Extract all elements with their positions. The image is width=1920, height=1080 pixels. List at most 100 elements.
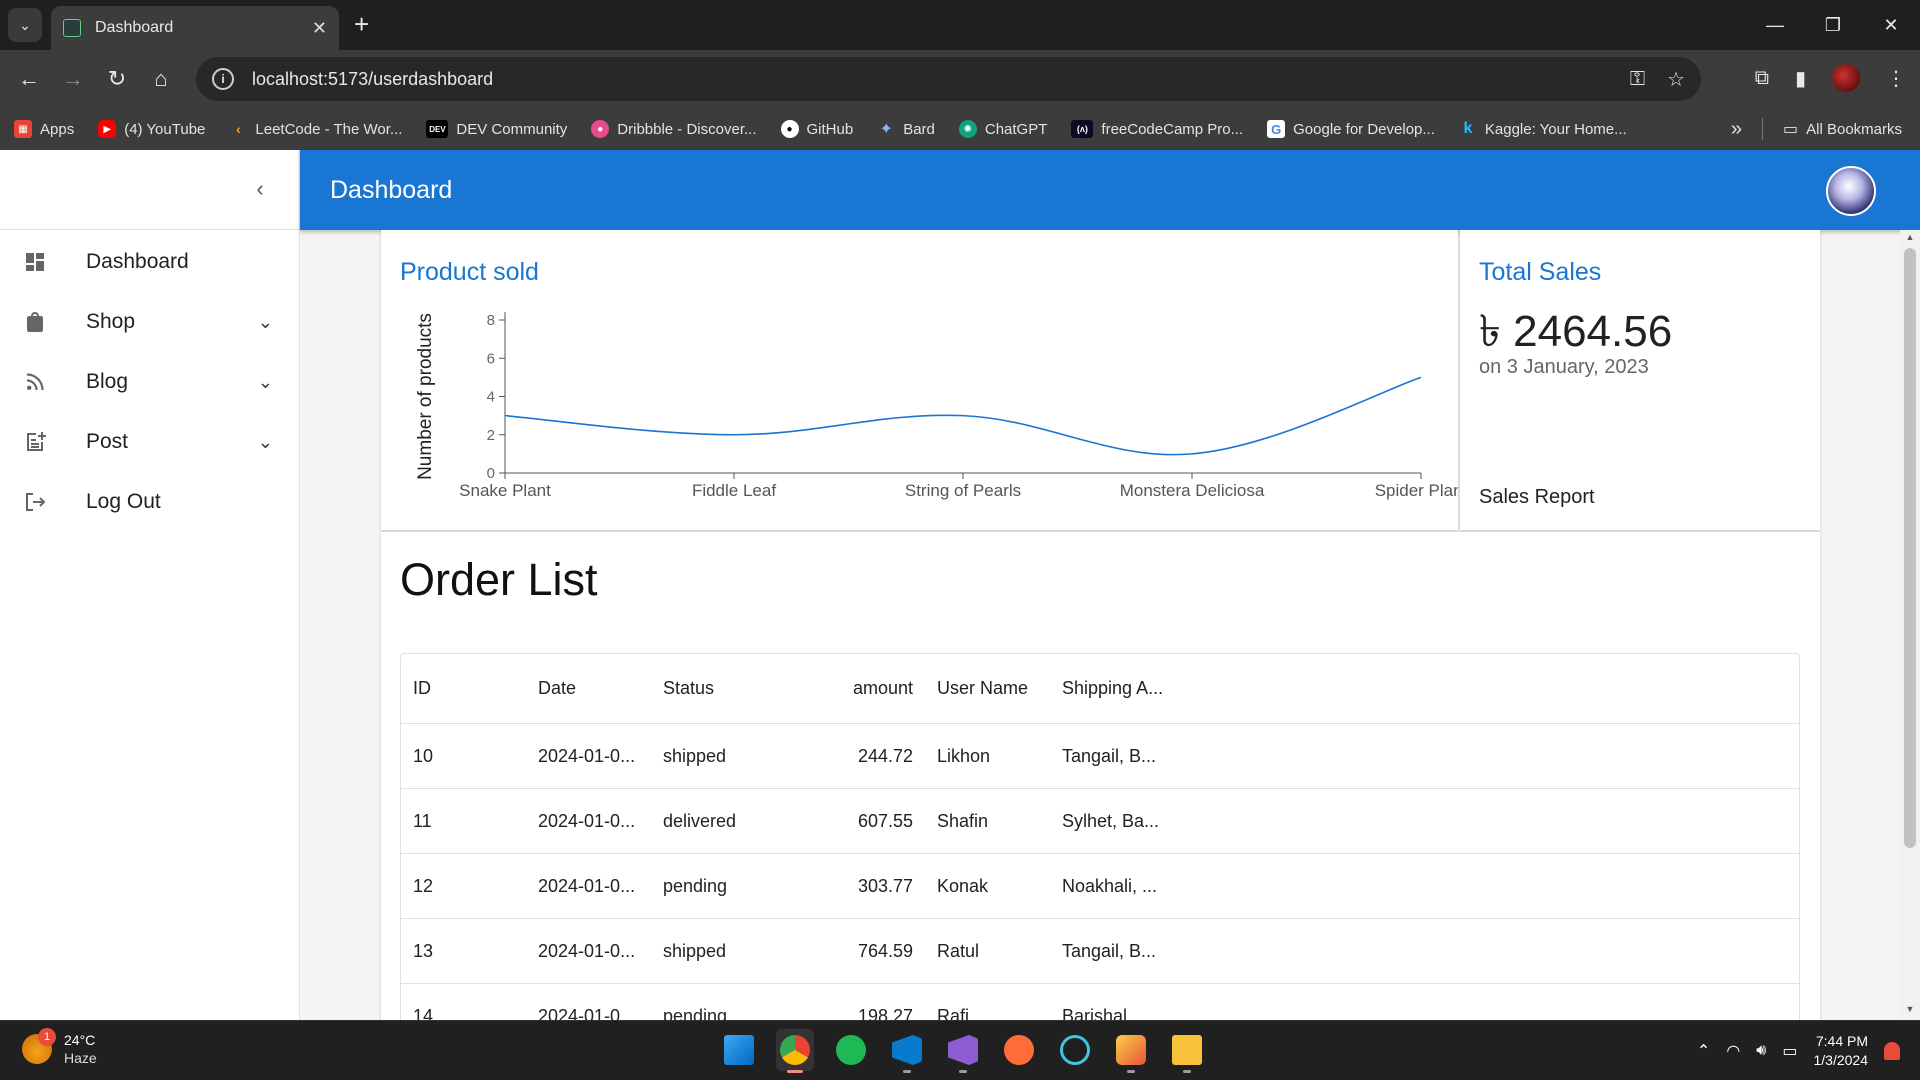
column-header-amount[interactable]: amount	[813, 654, 913, 723]
table-row[interactable]: 10 2024-01-0... shipped 244.72 Likhon Ta…	[401, 724, 1799, 789]
close-window-button[interactable]: ✕	[1862, 0, 1920, 50]
tab-title: Dashboard	[95, 19, 174, 36]
minimize-button[interactable]: —	[1746, 0, 1804, 50]
sidebar-item-dashboard[interactable]: Dashboard	[0, 232, 299, 292]
clock[interactable]: 7:44 PM 1/3/2024	[1814, 1032, 1869, 1070]
cell-date: 2024-01-0...	[538, 940, 636, 961]
bookmark-bard[interactable]: ✦ Bard	[877, 120, 935, 139]
scrollbar-thumb[interactable]	[1904, 248, 1916, 848]
volume-icon[interactable]: 🔊︎	[1756, 1042, 1766, 1060]
cell-amount: 244.72	[857, 745, 913, 766]
sidebar-item-post[interactable]: Post ⌄	[0, 412, 299, 472]
weather-widget[interactable]: 1 24°C Haze	[22, 1028, 97, 1067]
orders-table: ID Date Status amount User Name Shipping…	[400, 653, 1800, 1020]
address-bar[interactable]: i localhost:5173/userdashboard ⚿ ☆	[196, 57, 1701, 101]
bookmark-youtube[interactable]: ▶ (4) YouTube	[98, 120, 205, 138]
new-tab-button[interactable]: +	[354, 10, 369, 38]
bookmark-dribbble[interactable]: ● Dribbble - Discover...	[591, 120, 757, 138]
sidebar-item-label: Shop	[86, 310, 136, 333]
table-row[interactable]: 14 2024-01-0... pending 198.27 Rafi Bari…	[401, 984, 1799, 1021]
browser-tab-dashboard[interactable]: Dashboard ✕	[51, 6, 339, 50]
page-scrollbar[interactable]: ▲ ▼	[1900, 230, 1920, 1020]
sidebar-item-logout[interactable]: Log Out	[0, 472, 299, 532]
more-bookmarks-button[interactable]: »	[1731, 118, 1742, 141]
side-panel-icon[interactable]: ▮	[1795, 66, 1806, 91]
app-bar: Dashboard	[300, 150, 1920, 230]
spotify-icon[interactable]	[832, 1029, 870, 1071]
chrome-icon[interactable]	[776, 1029, 814, 1073]
x-tick-label: Monstera Deliciosa	[1120, 481, 1265, 500]
all-bookmarks-label: All Bookmarks	[1806, 120, 1902, 138]
cursor-app-icon[interactable]	[1056, 1029, 1094, 1071]
reload-button[interactable]: ↻	[102, 64, 132, 94]
rss-icon	[22, 369, 48, 395]
file-explorer-icon[interactable]	[1168, 1029, 1206, 1073]
bookmark-kaggle[interactable]: k Kaggle: Your Home...	[1459, 120, 1626, 138]
sidebar-item-blog[interactable]: Blog ⌄	[0, 352, 299, 412]
cell-id: 12	[413, 875, 434, 896]
bookmark-star-icon[interactable]: ☆	[1667, 67, 1685, 92]
dev-icon: DEV	[426, 120, 449, 138]
bookmark-apps[interactable]: ▦ Apps	[14, 120, 74, 138]
bookmark-dev-community[interactable]: DEV DEV Community	[426, 120, 567, 138]
bookmark-chatgpt[interactable]: ✺ ChatGPT	[958, 120, 1047, 138]
cell-user-name: Likhon	[937, 745, 991, 766]
paint-icon[interactable]	[1112, 1029, 1150, 1073]
bookmark-google-developers[interactable]: G Google for Develop...	[1267, 120, 1435, 138]
sidebar-item-shop[interactable]: Shop ⌄	[0, 292, 299, 352]
bookmark-leetcode[interactable]: ‹ LeetCode - The Wor...	[229, 120, 402, 138]
clock-time: 7:44 PM	[1815, 1033, 1868, 1049]
column-header-id[interactable]: ID	[413, 654, 513, 723]
home-button[interactable]: ⌂	[146, 64, 176, 94]
avatar[interactable]	[1826, 166, 1876, 216]
battery-icon[interactable]: ▭	[1782, 1041, 1797, 1061]
table-row[interactable]: 13 2024-01-0... shipped 764.59 Ratul Tan…	[401, 919, 1799, 984]
y-tick-label: 8	[487, 312, 495, 329]
site-info-icon[interactable]: i	[212, 68, 234, 90]
table-row[interactable]: 11 2024-01-0... delivered 607.55 Shafin …	[401, 789, 1799, 854]
restore-button[interactable]: ❐	[1804, 0, 1862, 50]
sales-report-link[interactable]: Sales Report	[1479, 486, 1595, 509]
chevron-up-icon[interactable]: ⌃	[1697, 1041, 1710, 1061]
column-header-user-name[interactable]: User Name	[937, 654, 1047, 723]
all-bookmarks-button[interactable]: ▭ All Bookmarks	[1783, 119, 1902, 139]
close-tab-icon[interactable]: ✕	[312, 18, 327, 39]
chevron-down-icon[interactable]: ⌄	[258, 372, 273, 393]
column-header-date[interactable]: Date	[538, 654, 648, 723]
app-root: ‹ Dashboard Shop ⌄ Blog ⌄ Post ⌄ Log Out…	[0, 150, 1920, 1020]
system-tray: ⌃ ◠ 🔊︎ ▭ 7:44 PM 1/3/2024	[1697, 1021, 1900, 1080]
scroll-down-arrow-icon[interactable]: ▼	[1900, 1004, 1920, 1018]
column-header-status[interactable]: Status	[663, 654, 803, 723]
back-button[interactable]: ←	[14, 64, 44, 94]
table-row[interactable]: 12 2024-01-0... pending 303.77 Konak Noa…	[401, 854, 1799, 919]
url-text[interactable]: localhost:5173/userdashboard	[252, 69, 1608, 90]
bookmark-github[interactable]: ● GitHub	[780, 120, 853, 138]
visual-studio-icon[interactable]	[944, 1029, 982, 1073]
forward-button[interactable]: →	[58, 64, 88, 94]
password-key-icon[interactable]: ⚿	[1630, 68, 1645, 91]
product-sold-chart: 0 2 4 6 8 Snake Plant Fiddle Leaf String of Pea…	[415, 312, 1458, 500]
apps-grid-icon: ▦	[14, 120, 32, 138]
youtube-icon: ▶	[98, 120, 117, 138]
windows-start-icon[interactable]	[720, 1029, 758, 1071]
cell-status: pending	[663, 875, 728, 896]
bookmark-label: Bard	[903, 120, 935, 138]
cell-status: delivered	[663, 810, 737, 831]
kaggle-icon: k	[1463, 120, 1473, 137]
postman-icon[interactable]	[1000, 1029, 1038, 1071]
tab-search-button[interactable]: ⌄	[8, 8, 42, 42]
chevron-left-icon[interactable]: ‹	[245, 174, 275, 204]
extensions-icon[interactable]: ⧉	[1755, 67, 1769, 90]
vscode-icon[interactable]	[888, 1029, 926, 1073]
wifi-icon[interactable]: ◠	[1726, 1041, 1740, 1061]
notification-bell-icon[interactable]	[1884, 1042, 1900, 1060]
column-header-shipping-address[interactable]: Shipping A...	[1062, 654, 1182, 723]
scroll-up-arrow-icon[interactable]: ▲	[1900, 232, 1920, 246]
cell-id: 13	[413, 940, 434, 961]
browser-menu-icon[interactable]: ⋮	[1886, 66, 1906, 91]
chevron-down-icon[interactable]: ⌄	[258, 312, 273, 333]
chevron-down-icon[interactable]: ⌄	[258, 432, 273, 453]
profile-avatar[interactable]	[1832, 64, 1860, 92]
post-add-icon	[22, 429, 48, 455]
bookmark-freecodecamp[interactable]: (ʌ) freeCodeCamp Pro...	[1071, 120, 1243, 138]
